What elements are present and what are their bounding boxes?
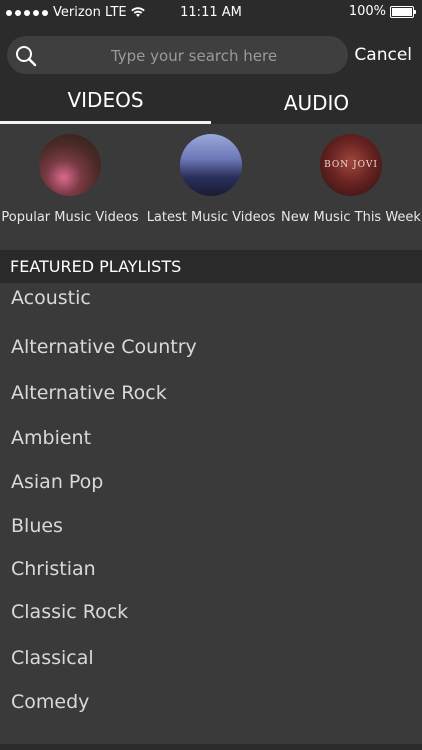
- bottom-edge: [0, 744, 422, 750]
- video-categories: Popular Music Videos Latest Music Videos…: [0, 124, 422, 250]
- category-label: Popular Music Videos: [1, 210, 139, 225]
- category-popular-music-videos[interactable]: Popular Music Videos: [0, 134, 140, 225]
- list-item-classic-rock[interactable]: Classic Rock: [11, 601, 128, 623]
- list-item-alternative-country[interactable]: Alternative Country: [11, 336, 197, 358]
- latest-thumbnail-icon: [180, 134, 242, 196]
- list-item-asian-pop[interactable]: Asian Pop: [11, 471, 103, 493]
- battery-percent: 100%: [348, 4, 386, 19]
- search-bar: Cancel: [0, 26, 422, 82]
- tab-videos[interactable]: VIDEOS: [0, 88, 211, 112]
- featured-playlists-header: FEATURED PLAYLISTS: [0, 250, 422, 283]
- tab-audio[interactable]: AUDIO: [211, 91, 422, 115]
- search-field[interactable]: [7, 36, 348, 76]
- popular-thumbnail-icon: [39, 134, 101, 196]
- list-item-acoustic[interactable]: Acoustic: [11, 287, 91, 309]
- search-icon: [16, 46, 37, 67]
- list-item-christian[interactable]: Christian: [11, 558, 96, 580]
- media-tabs: VIDEOS AUDIO: [0, 82, 422, 124]
- status-bar: Verizon LTE 11:11 AM 100%: [0, 0, 422, 26]
- search-input[interactable]: [47, 36, 341, 76]
- list-item-blues[interactable]: Blues: [11, 515, 63, 537]
- cancel-button[interactable]: Cancel: [354, 45, 412, 65]
- category-label: New Music This Week: [281, 210, 421, 225]
- category-latest-music-videos[interactable]: Latest Music Videos: [141, 134, 281, 225]
- new-music-thumbnail-icon: BON JOVI: [320, 134, 382, 196]
- list-item-comedy[interactable]: Comedy: [11, 691, 89, 713]
- battery-icon: [390, 5, 416, 18]
- section-title: FEATURED PLAYLISTS: [10, 257, 182, 276]
- category-label: Latest Music Videos: [146, 210, 276, 225]
- list-item-alternative-rock[interactable]: Alternative Rock: [11, 382, 167, 404]
- list-item-classical[interactable]: Classical: [11, 647, 94, 669]
- list-item-ambient[interactable]: Ambient: [11, 427, 91, 449]
- thumbnail-text: BON JOVI: [324, 160, 378, 170]
- category-new-music-this-week[interactable]: BON JOVI New Music This Week: [281, 134, 421, 225]
- battery-status: 100%: [348, 4, 416, 19]
